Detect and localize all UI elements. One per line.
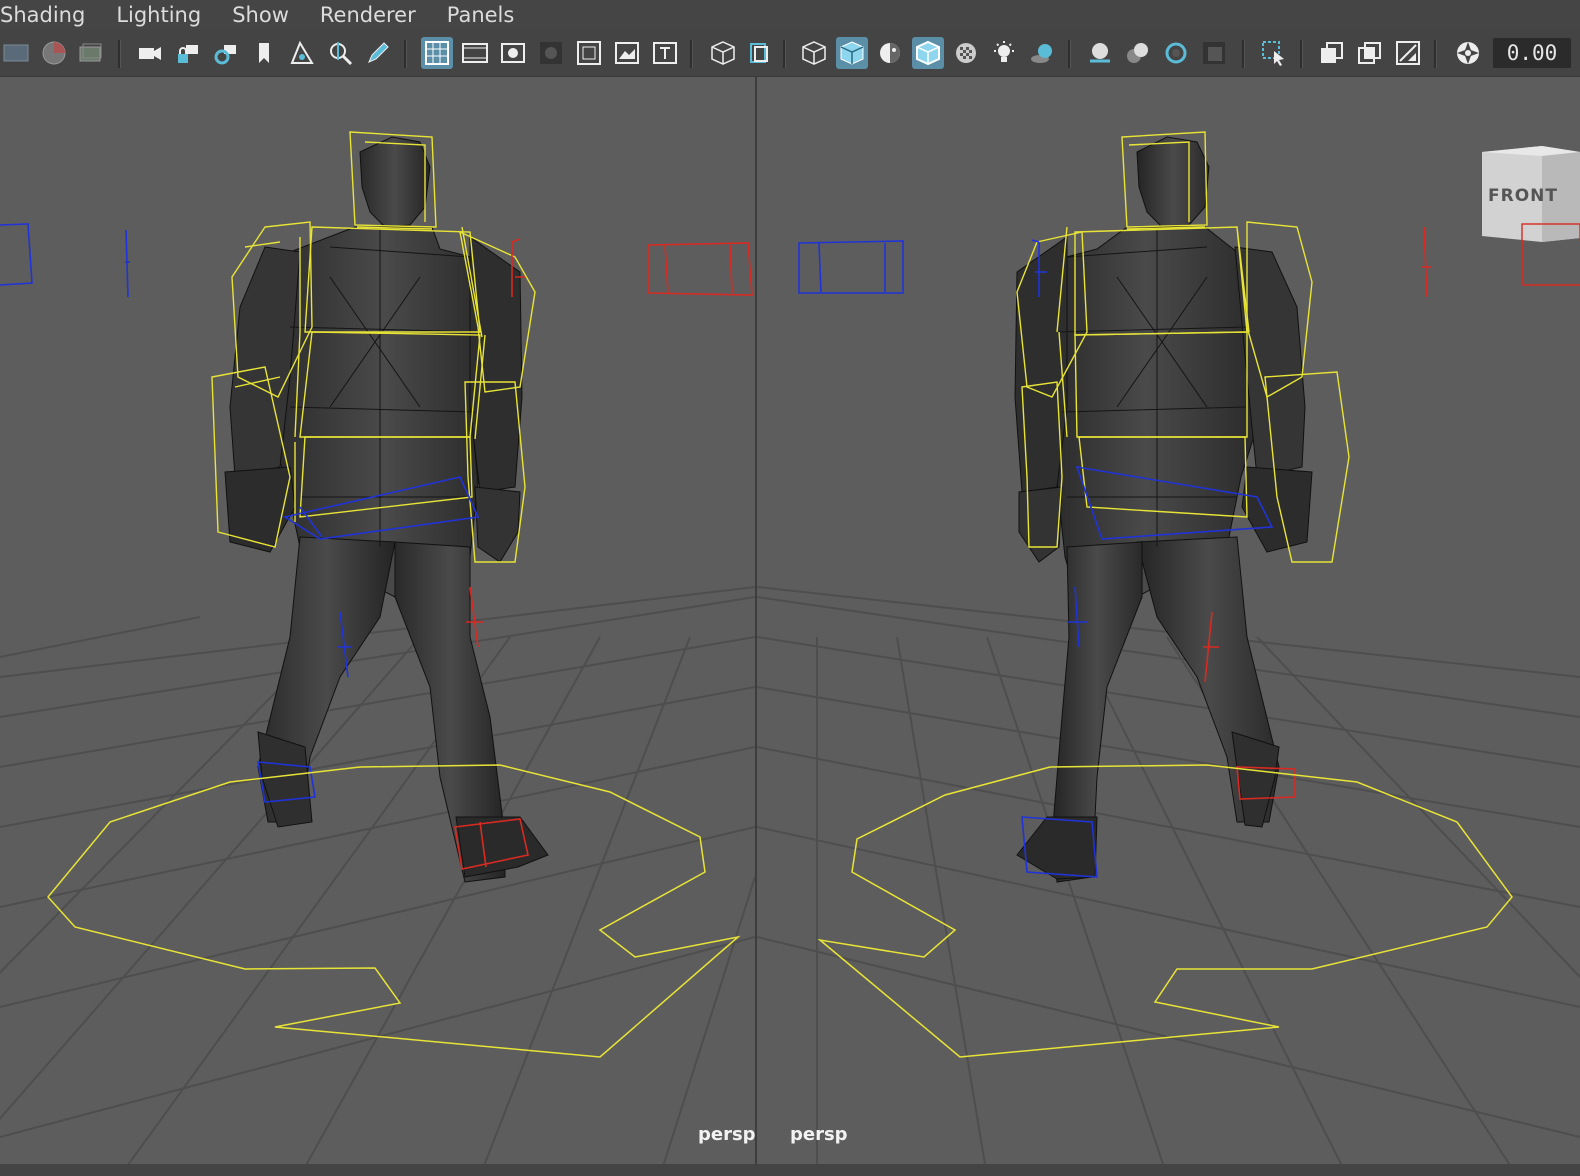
motion-blur-icon[interactable] [1122,37,1154,69]
toolbar-separator [783,40,786,68]
toolbar-separator [1068,40,1071,68]
menu-renderer[interactable]: Renderer [320,3,416,27]
panel-bottom-border [0,1164,1580,1176]
safe-title-icon[interactable] [649,37,681,69]
viewcube-front-label[interactable]: FRONT [1488,186,1558,206]
smooth-shade-icon[interactable] [798,37,830,69]
wireframe-shaded-icon[interactable] [912,37,944,69]
menu-panels[interactable]: Panels [447,3,515,27]
use-lights-icon[interactable] [988,37,1020,69]
camera-label-right: persp [790,1124,848,1145]
viewport-left[interactable] [0,77,755,1176]
scene-left [0,131,755,1176]
wireframe-cube-icon[interactable] [707,37,739,69]
grid-icon[interactable] [421,37,453,69]
bookmark-icon[interactable] [248,37,280,69]
camera-attributes-icon[interactable] [38,37,70,69]
viewport-right[interactable] [757,77,1580,1176]
ground-grid [0,586,755,1176]
exposure-field[interactable]: 0.00 [1493,38,1571,68]
resolution-gate-icon[interactable] [497,37,529,69]
film-gate-icon[interactable] [459,37,491,69]
scene-right [757,131,1580,1176]
textured-icon[interactable] [950,37,982,69]
toolbar-separator [690,40,693,68]
bookmarks-icon[interactable] [74,37,106,69]
gate-mask-icon[interactable] [535,37,567,69]
wireframe-on-shaded-icon[interactable] [743,37,775,69]
camera-icon[interactable] [134,37,166,69]
menu-shading[interactable]: Shading [0,3,85,27]
grease-pencil-icon[interactable] [362,37,394,69]
ground-grid [757,586,1580,1176]
camera-label-left: persp [698,1124,756,1145]
xray-icon[interactable] [1316,37,1348,69]
xray-joints-icon[interactable] [1354,37,1386,69]
toolbar-separator [404,40,407,68]
2d-pan-zoom-icon[interactable] [324,37,356,69]
panel-menubar: Shading Lighting Show Renderer Panels [0,0,1580,30]
exposure-icon[interactable] [1452,37,1484,69]
shadows-icon[interactable] [1026,37,1058,69]
menu-lighting[interactable]: Lighting [116,3,201,27]
flat-shade-icon[interactable] [874,37,906,69]
safe-action-icon[interactable] [611,37,643,69]
anti-alias-icon[interactable] [1160,37,1192,69]
lock-camera-icon[interactable] [172,37,204,69]
root-control-curve-left [47,764,741,1058]
isolate-select-icon[interactable] [1258,37,1290,69]
ambient-occlusion-icon[interactable] [1084,37,1116,69]
image-plane-icon[interactable] [286,37,318,69]
menu-show[interactable]: Show [232,3,289,27]
toolbar-separator [1300,40,1303,68]
toolbar-separator [1434,40,1437,68]
root-control-curve-right [817,764,1513,1058]
character-mesh-left [224,136,549,883]
panel-toolbar: 0.00 [0,30,1580,77]
depth-of-field-icon[interactable] [1198,37,1230,69]
solid-cube-icon[interactable] [836,37,868,69]
toolbar-separator [1242,40,1245,68]
xray-components-icon[interactable] [1392,37,1424,69]
camera-attributes-2-icon[interactable] [210,37,242,69]
select-camera-icon[interactable] [0,37,32,69]
toolbar-separator [118,40,121,68]
field-chart-icon[interactable] [573,37,605,69]
